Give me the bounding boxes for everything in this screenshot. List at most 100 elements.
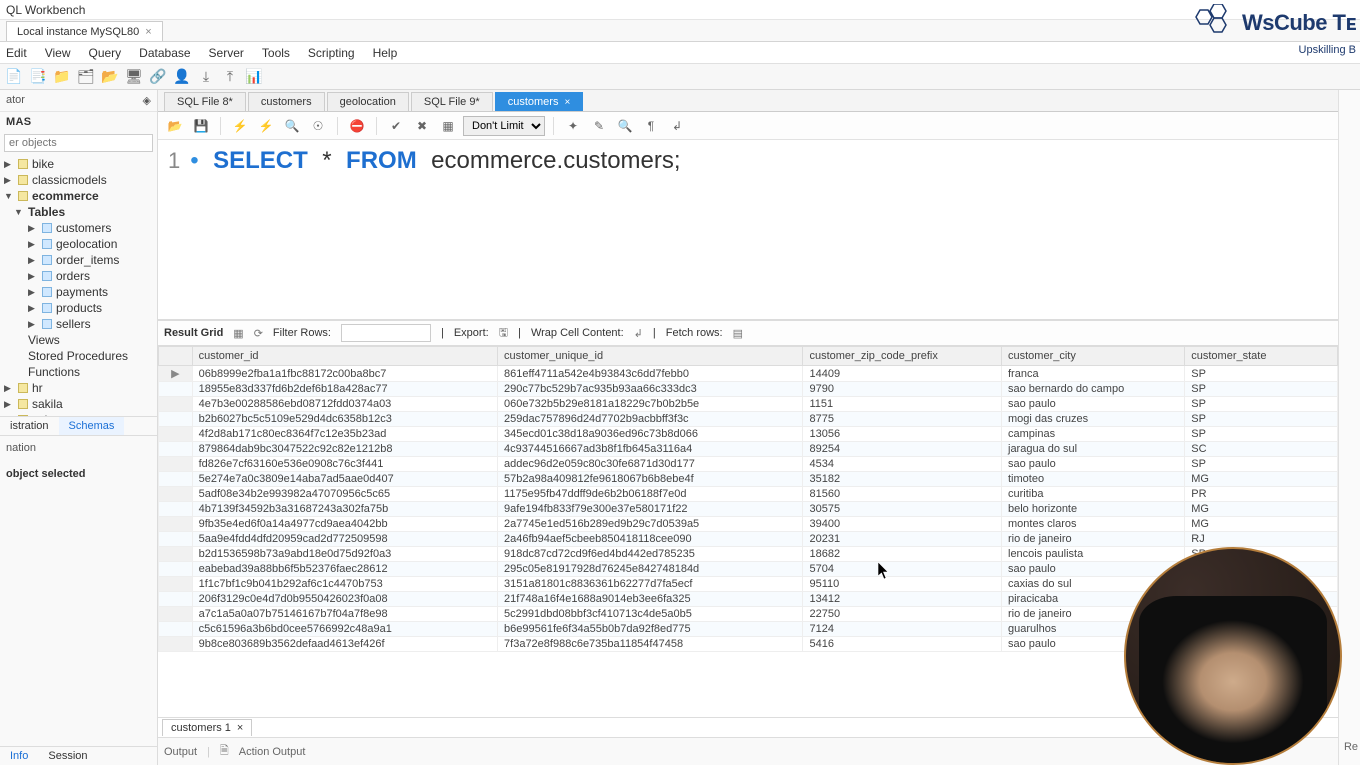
autocommit-icon[interactable]: ▦ bbox=[437, 115, 459, 137]
cell[interactable]: 39400 bbox=[803, 517, 1002, 532]
menu-help[interactable]: Help bbox=[373, 46, 398, 60]
editor-tab[interactable]: geolocation bbox=[327, 92, 409, 111]
cell[interactable]: 5aa9e4fdd4dfd20959cad2d772509598 bbox=[192, 532, 497, 547]
tree-arrow-icon[interactable]: ▶ bbox=[28, 223, 38, 234]
cell[interactable]: addec96d2e059c80c30fe6871d30d177 bbox=[498, 457, 803, 472]
schema-node[interactable]: ▶classicmodels bbox=[0, 172, 157, 188]
cell[interactable]: 5704 bbox=[803, 562, 1002, 577]
connection-tab[interactable]: Local instance MySQL80 × bbox=[6, 21, 163, 41]
cell[interactable]: b6e99561fe6f34a55b0b7da92f8ed775 bbox=[498, 622, 803, 637]
close-icon[interactable]: × bbox=[237, 722, 243, 734]
cell[interactable]: 14409 bbox=[803, 366, 1002, 382]
cell[interactable]: franca bbox=[1002, 366, 1185, 382]
cell[interactable]: 8775 bbox=[803, 412, 1002, 427]
cell[interactable]: 206f3129c0e4d7d0b9550426023f0a08 bbox=[192, 592, 497, 607]
cell[interactable]: 21f748a16f4e1688a9014eb3ee6fa325 bbox=[498, 592, 803, 607]
cell[interactable]: 57b2a98a409812fe9618067b6b8ebe4f bbox=[498, 472, 803, 487]
cell[interactable]: SP bbox=[1185, 457, 1338, 472]
col-customer-city[interactable]: customer_city bbox=[1002, 347, 1185, 366]
cell[interactable]: 879864dab9bc3047522c92c82e1212b8 bbox=[192, 442, 497, 457]
row-header[interactable] bbox=[159, 457, 193, 472]
cell[interactable]: rio de janeiro bbox=[1002, 532, 1185, 547]
wrap-cell-icon[interactable]: ↲ bbox=[634, 327, 643, 340]
cell[interactable]: b2b6027bc5c5109e529d4dc6358b12c3 bbox=[192, 412, 497, 427]
cell[interactable]: 9790 bbox=[803, 382, 1002, 397]
wrap-icon[interactable]: ↲ bbox=[666, 115, 688, 137]
cell[interactable]: 345ecd01c38d18a9036ed96c73b8d066 bbox=[498, 427, 803, 442]
schema-node[interactable]: ▶sellers bbox=[0, 316, 157, 332]
cell[interactable]: SP bbox=[1185, 412, 1338, 427]
row-header[interactable] bbox=[159, 487, 193, 502]
cell[interactable]: 18955e83d337fd6b2def6b18a428ac77 bbox=[192, 382, 497, 397]
server-status-icon[interactable]: 🖥 bbox=[124, 67, 144, 87]
menu-tools[interactable]: Tools bbox=[262, 46, 290, 60]
row-header[interactable] bbox=[159, 607, 193, 622]
cell[interactable]: eabebad39a88bb6f5b52376faec28612 bbox=[192, 562, 497, 577]
execute-icon[interactable]: ⚡ bbox=[229, 115, 251, 137]
menu-database[interactable]: Database bbox=[139, 46, 190, 60]
schema-node[interactable]: ▶products bbox=[0, 300, 157, 316]
row-header[interactable] bbox=[159, 592, 193, 607]
cell[interactable]: sao paulo bbox=[1002, 397, 1185, 412]
tree-arrow-icon[interactable]: ▶ bbox=[4, 399, 14, 410]
table-row[interactable]: 4e7b3e00288586ebd08712fdd0374a03060e732b… bbox=[159, 397, 1338, 412]
table-row[interactable]: 4f2d8ab171c80ec8364f7c12e35b23ad345ecd01… bbox=[159, 427, 1338, 442]
row-header[interactable] bbox=[159, 502, 193, 517]
close-icon[interactable]: × bbox=[564, 97, 570, 108]
cell[interactable]: 5adf08e34b2e993982a47070956c5c65 bbox=[192, 487, 497, 502]
row-header[interactable] bbox=[159, 412, 193, 427]
cell[interactable]: sao paulo bbox=[1002, 457, 1185, 472]
editor-tab[interactable]: customers bbox=[248, 92, 325, 111]
refresh-icon[interactable]: ⟳ bbox=[254, 327, 263, 340]
row-header[interactable] bbox=[159, 382, 193, 397]
users-privileges-icon[interactable]: 👤 bbox=[172, 67, 192, 87]
cell[interactable]: 81560 bbox=[803, 487, 1002, 502]
tree-arrow-icon[interactable]: ▶ bbox=[28, 303, 38, 314]
find-icon[interactable]: 🔍 bbox=[614, 115, 636, 137]
close-icon[interactable]: × bbox=[145, 26, 151, 38]
cell[interactable]: 9b8ce803689b3562defaad4613ef426f bbox=[192, 637, 497, 652]
col-customer-zip[interactable]: customer_zip_code_prefix bbox=[803, 347, 1002, 366]
cell[interactable]: MG bbox=[1185, 472, 1338, 487]
cell[interactable]: 295c05e81917928d76245e842748184d bbox=[498, 562, 803, 577]
cell[interactable]: mogi das cruzes bbox=[1002, 412, 1185, 427]
new-sql-tab-icon[interactable]: 📄 bbox=[4, 67, 24, 87]
cell[interactable]: 13056 bbox=[803, 427, 1002, 442]
inspector-icon[interactable]: 🗂 bbox=[76, 67, 96, 87]
schema-node[interactable]: Views bbox=[0, 332, 157, 348]
open-sql-icon[interactable]: 📂 bbox=[100, 67, 120, 87]
toggle-invisible-icon[interactable]: ¶ bbox=[640, 115, 662, 137]
tab-session[interactable]: Session bbox=[38, 747, 97, 765]
cell[interactable]: montes claros bbox=[1002, 517, 1185, 532]
row-header[interactable] bbox=[159, 427, 193, 442]
cell[interactable]: 4b7139f34592b3a31687243a302fa75b bbox=[192, 502, 497, 517]
menu-view[interactable]: View bbox=[45, 46, 71, 60]
schema-tree[interactable]: ▶bike▶classicmodels▼ecommerce▼Tables▶cus… bbox=[0, 156, 157, 416]
schema-node[interactable]: Stored Procedures bbox=[0, 348, 157, 364]
cell[interactable]: 18682 bbox=[803, 547, 1002, 562]
cell[interactable]: 30575 bbox=[803, 502, 1002, 517]
cell[interactable]: SC bbox=[1185, 442, 1338, 457]
data-export-icon[interactable]: ⤓ bbox=[196, 67, 216, 87]
cell[interactable]: belo horizonte bbox=[1002, 502, 1185, 517]
menu-edit[interactable]: Edit bbox=[6, 46, 27, 60]
table-row[interactable]: b2b6027bc5c5109e529d4dc6358b12c3259dac75… bbox=[159, 412, 1338, 427]
cell[interactable]: 060e732b5b29e8181a18229c7b0b2b5e bbox=[498, 397, 803, 412]
cell[interactable]: a7c1a5a0a07b75146167b7f04a7f8e98 bbox=[192, 607, 497, 622]
explain-plan-icon[interactable]: ☉ bbox=[307, 115, 329, 137]
rollback-icon[interactable]: ✖ bbox=[411, 115, 433, 137]
tree-arrow-icon[interactable]: ▶ bbox=[28, 255, 38, 266]
cell[interactable]: SP bbox=[1185, 397, 1338, 412]
cell[interactable]: SP bbox=[1185, 366, 1338, 382]
cell[interactable]: timoteo bbox=[1002, 472, 1185, 487]
tree-arrow-icon[interactable]: ▶ bbox=[28, 319, 38, 330]
row-header[interactable] bbox=[159, 577, 193, 592]
detach-icon[interactable]: ◈ bbox=[143, 94, 151, 107]
cell[interactable]: jaragua do sul bbox=[1002, 442, 1185, 457]
editor-tab[interactable]: customers× bbox=[495, 92, 584, 111]
filter-rows-input[interactable] bbox=[341, 324, 431, 342]
cell[interactable]: 95110 bbox=[803, 577, 1002, 592]
cell[interactable]: 9fb35e4ed6f0a14a4977cd9aea4042bb bbox=[192, 517, 497, 532]
cell[interactable]: 2a7745e1ed516b289ed9b29c7d0539a5 bbox=[498, 517, 803, 532]
cell[interactable]: 20231 bbox=[803, 532, 1002, 547]
